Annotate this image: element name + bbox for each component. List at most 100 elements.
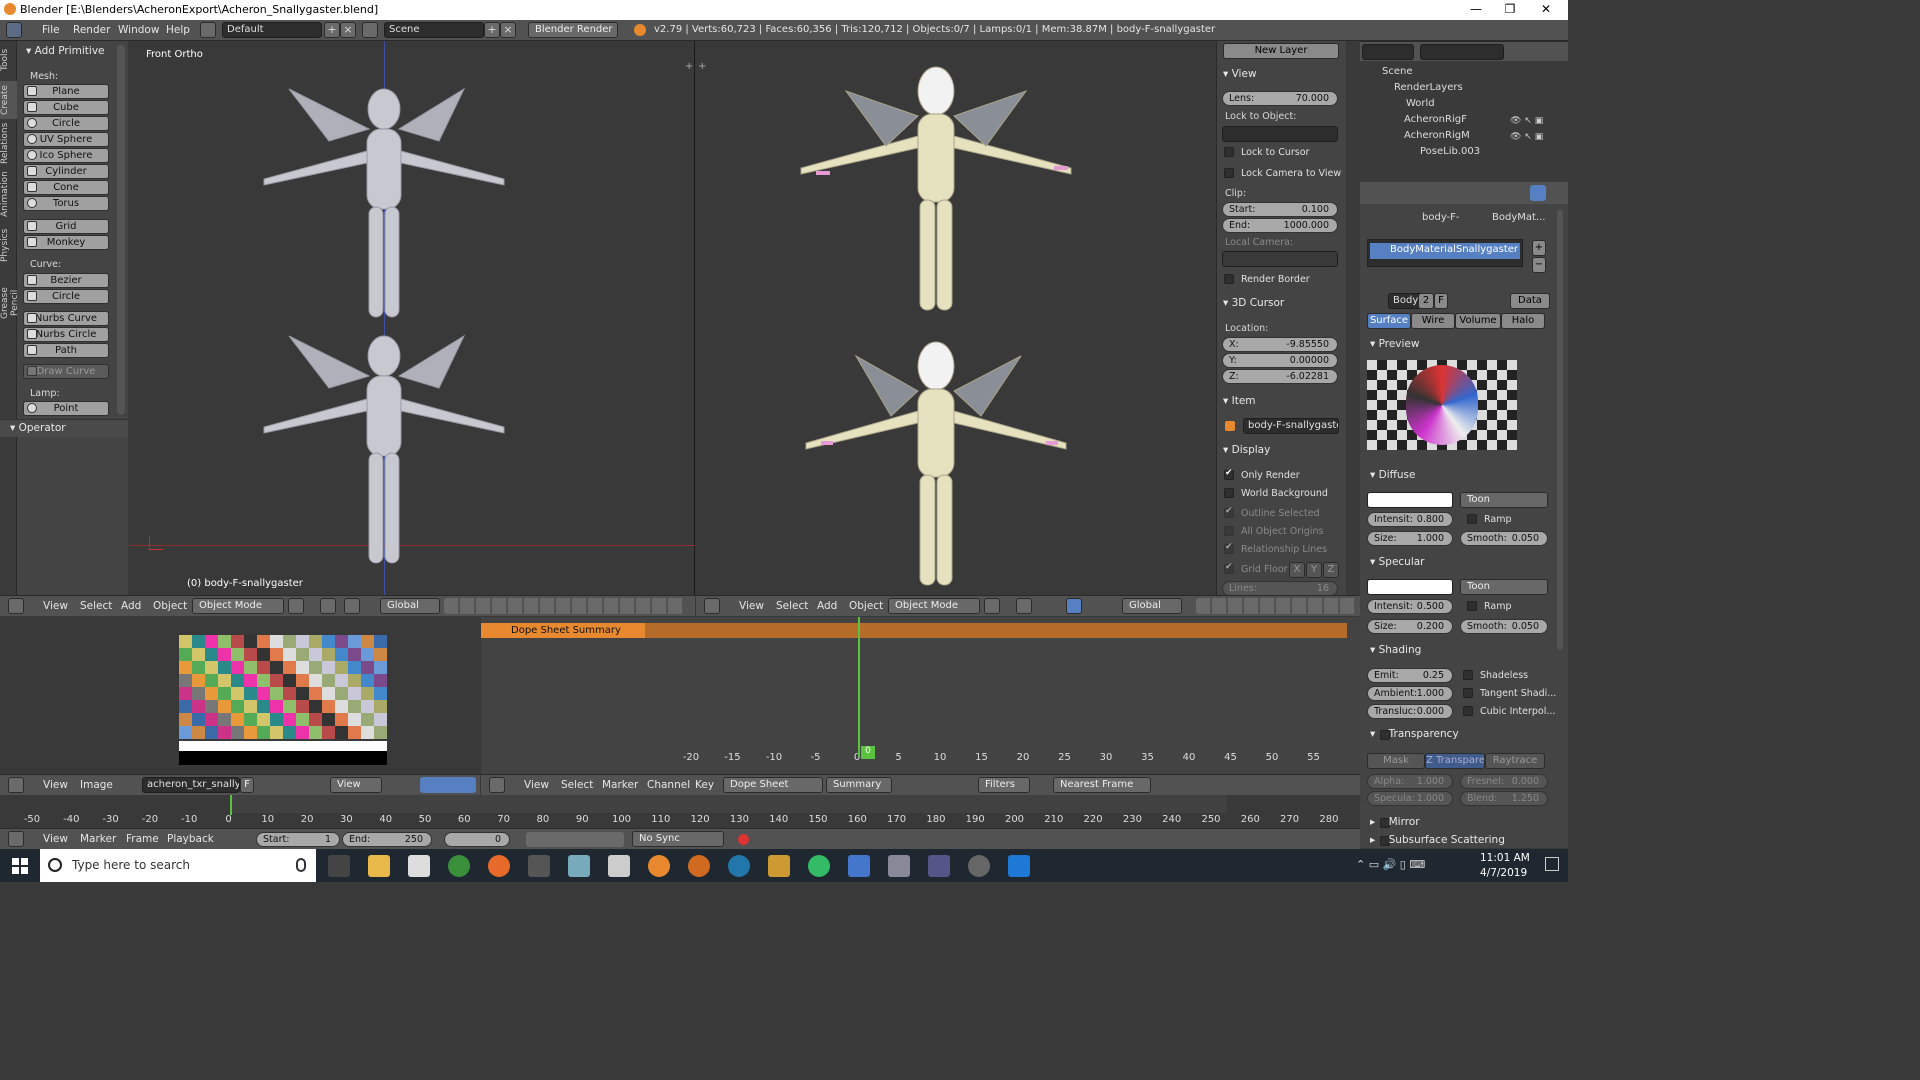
notifications-icon[interactable] [1545, 857, 1559, 871]
item-panel-header[interactable]: ▾ Item [1223, 395, 1256, 407]
transparency-mask[interactable]: Mask [1367, 753, 1425, 769]
cursor-x-field[interactable]: X: -9.85550 [1222, 337, 1338, 352]
firefox-icon[interactable] [488, 855, 510, 877]
menu-help[interactable]: Help [166, 24, 190, 36]
ico-sphere-button[interactable]: Ico Sphere [23, 148, 109, 163]
bezier-button[interactable]: Bezier [23, 273, 109, 288]
close-button[interactable]: ✕ [1528, 2, 1564, 16]
transparency-raytrace[interactable]: Raytrace [1485, 753, 1545, 769]
editor-type-icon-timeline[interactable] [8, 831, 24, 847]
outliner-search[interactable] [1420, 44, 1504, 60]
dope-filters-button[interactable]: Filters [978, 777, 1030, 793]
tab-animation[interactable]: Animation [0, 169, 17, 219]
dope-sheet[interactable]: Dope Sheet Summary -20 -15 -10 -5 0 5 10 15 20 25… [481, 617, 1360, 774]
link-data-selector[interactable]: Data [1510, 293, 1550, 309]
transparency-panel-header[interactable]: ▾ Transparency [1370, 728, 1459, 740]
image-name-field[interactable]: acheron_txr_snallyg... [142, 777, 240, 793]
torus-button[interactable]: Torus [23, 196, 109, 211]
grid-button[interactable]: Grid [23, 219, 109, 234]
diffuse-ramp-checkbox[interactable] [1467, 514, 1477, 524]
specular-smooth-field[interactable]: Smooth: 0.050 [1460, 619, 1548, 634]
app-icon-7[interactable] [928, 855, 950, 877]
specular-shader-selector[interactable]: Toon [1460, 579, 1548, 595]
image-editor[interactable] [0, 617, 480, 774]
shading-panel-header[interactable]: ▾ Shading [1370, 644, 1421, 656]
timeline-menu-playback[interactable]: Playback [167, 833, 214, 845]
grid-axis-y[interactable]: Y [1306, 562, 1322, 578]
blender-taskbar-icon-2[interactable] [688, 855, 710, 877]
tab-halo[interactable]: Halo [1501, 313, 1545, 329]
cone-button[interactable]: Cone [23, 180, 109, 195]
cursor-y-field[interactable]: Y: 0.00000 [1222, 353, 1338, 368]
vp2-mode-selector[interactable]: Object Mode [888, 598, 980, 614]
alpha-field[interactable]: Alpha: 1.000 [1367, 774, 1453, 789]
menu-file[interactable]: File [42, 24, 60, 36]
diffuse-intensity-field[interactable]: Intensit: 0.800 [1367, 512, 1453, 527]
specula-field[interactable]: Specula: 1.000 [1367, 791, 1453, 806]
blender-taskbar-icon[interactable] [648, 855, 670, 877]
outliner-renderlayers[interactable]: RenderLayers [1394, 82, 1463, 93]
all-origins-checkbox[interactable] [1224, 526, 1234, 536]
cursor-z-field[interactable]: Z: -6.02281 [1222, 369, 1338, 384]
dope-menu-select[interactable]: Select [561, 779, 593, 791]
vp2-menu-select[interactable]: Select [776, 600, 808, 612]
tab-physics[interactable]: Physics [0, 225, 17, 265]
plane-button[interactable]: Plane [23, 84, 109, 99]
viewport-rendered[interactable]: + [696, 41, 1216, 595]
layout-selector[interactable]: Default [222, 22, 322, 38]
tab-relations[interactable]: Relations [0, 121, 17, 165]
file-explorer-icon[interactable] [368, 855, 390, 877]
point-lamp-button[interactable]: Point [23, 401, 109, 416]
minimize-button[interactable]: — [1458, 2, 1494, 16]
clip-start-field[interactable]: Start: 0.100 [1222, 202, 1338, 217]
dope-summary-toggle[interactable]: Summary [826, 777, 892, 793]
vp1-menu-select[interactable]: Select [80, 600, 112, 612]
view-panel-header[interactable]: ▾ View [1223, 68, 1257, 80]
uv-view-selector[interactable]: View [330, 777, 382, 793]
cursor-panel-header[interactable]: ▾ 3D Cursor [1223, 297, 1284, 309]
local-camera-field[interactable] [1222, 251, 1338, 267]
breadcrumb-material[interactable]: BodyMat... [1492, 212, 1545, 223]
maximize-button[interactable]: ❐ [1492, 2, 1528, 16]
uv-menu-image[interactable]: Image [80, 779, 113, 791]
fake-user-button[interactable]: F [1434, 293, 1448, 309]
monkey-button[interactable]: Monkey [23, 235, 109, 250]
remove-layout-icon[interactable]: × [340, 22, 356, 38]
diffuse-shader-selector[interactable]: Toon [1460, 492, 1548, 508]
uv-menu-view[interactable]: View [43, 779, 68, 791]
end-frame-field[interactable]: End: 250 [342, 832, 432, 847]
specular-ramp-checkbox[interactable] [1467, 601, 1477, 611]
dope-snap-selector[interactable]: Nearest Frame [1053, 777, 1151, 793]
add-slot-button[interactable]: + [1532, 240, 1546, 256]
layout-icon[interactable] [200, 22, 216, 38]
visibility-icons-2[interactable]: 👁 ↖ ▣ [1510, 132, 1550, 142]
timeline-menu-frame[interactable]: Frame [126, 833, 159, 845]
pivot-icon[interactable] [320, 598, 336, 614]
diffuse-size-field[interactable]: Size: 1.000 [1367, 531, 1453, 546]
outline-selected-checkbox[interactable] [1224, 506, 1234, 518]
app-icon-3[interactable] [768, 855, 790, 877]
clip-end-field[interactable]: End: 1000.000 [1222, 218, 1338, 233]
scene-icon[interactable] [362, 22, 378, 38]
draw-curve-button[interactable]: Draw Curve [23, 364, 109, 379]
dope-playhead[interactable] [858, 617, 860, 757]
curve-circle-button[interactable]: Circle [23, 289, 109, 304]
lock-object-field[interactable] [1222, 126, 1338, 142]
path-button[interactable]: Path [23, 343, 109, 358]
vp2-shading-icon[interactable] [984, 598, 1000, 614]
model-preview-solid[interactable] [259, 81, 519, 571]
dope-menu-view[interactable]: View [524, 779, 549, 791]
tab-tools[interactable]: Tools [0, 45, 17, 75]
vp2-orientation-selector[interactable]: Global [1122, 598, 1182, 614]
transparency-z[interactable]: Z Transpare... [1425, 753, 1485, 769]
cube-button[interactable]: Cube [23, 100, 109, 115]
grid-axis-z[interactable]: Z [1323, 562, 1339, 578]
relationship-lines-checkbox[interactable] [1224, 542, 1234, 554]
timeline-menu-view[interactable]: View [43, 833, 68, 845]
transluc-field[interactable]: Transluc: 0.000 [1367, 704, 1453, 719]
diffuse-smooth-field[interactable]: Smooth: 0.050 [1460, 531, 1548, 546]
world-background-checkbox[interactable] [1224, 488, 1234, 498]
app-icon-2[interactable] [568, 855, 590, 877]
area-split-handle[interactable]: + [685, 61, 693, 72]
specular-panel-header[interactable]: ▾ Specular [1370, 556, 1425, 568]
